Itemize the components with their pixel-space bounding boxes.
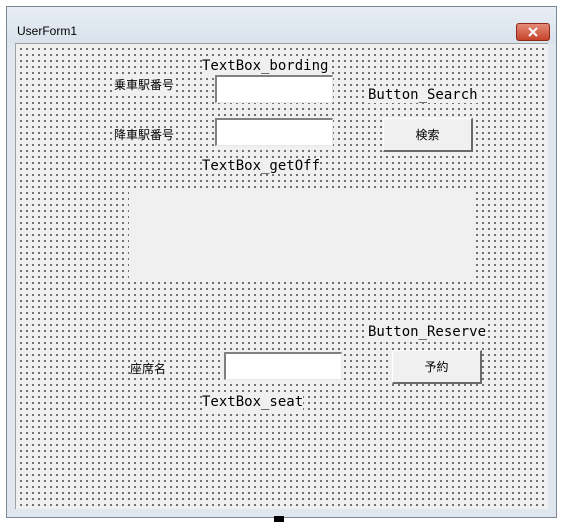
- title-bar[interactable]: UserForm1: [7, 7, 556, 43]
- seat-name-input[interactable]: [224, 352, 342, 380]
- close-button[interactable]: [516, 23, 550, 41]
- form-design-surface[interactable]: TextBox_bording 乗車駅番号 Button_Search 降車駅番…: [15, 43, 548, 509]
- button-search-name-label: Button_Search: [368, 87, 478, 103]
- window-title: UserForm1: [17, 24, 78, 38]
- resize-handle[interactable]: [274, 516, 284, 522]
- boarding-station-input[interactable]: [215, 75, 333, 103]
- textbox-seat-name-label: TextBox_seat: [202, 394, 304, 410]
- button-reserve-name-label: Button_Reserve: [368, 324, 487, 340]
- userform-window: UserForm1 TextBox_bording 乗車駅番号 Button_S…: [6, 6, 557, 518]
- boarding-station-label: 乗車駅番号: [114, 78, 175, 92]
- reserve-button[interactable]: 予約: [392, 350, 482, 384]
- close-icon: [528, 27, 538, 37]
- getoff-station-label: 降車駅番号: [114, 128, 175, 142]
- result-frame: [129, 192, 473, 282]
- textbox-getoff-name-label: TextBox_getOff: [202, 158, 321, 174]
- search-button[interactable]: 検索: [383, 118, 473, 152]
- getoff-station-input[interactable]: [215, 118, 333, 146]
- seat-name-label: 座席名: [130, 362, 167, 376]
- textbox-bording-name-label: TextBox_bording: [202, 58, 329, 74]
